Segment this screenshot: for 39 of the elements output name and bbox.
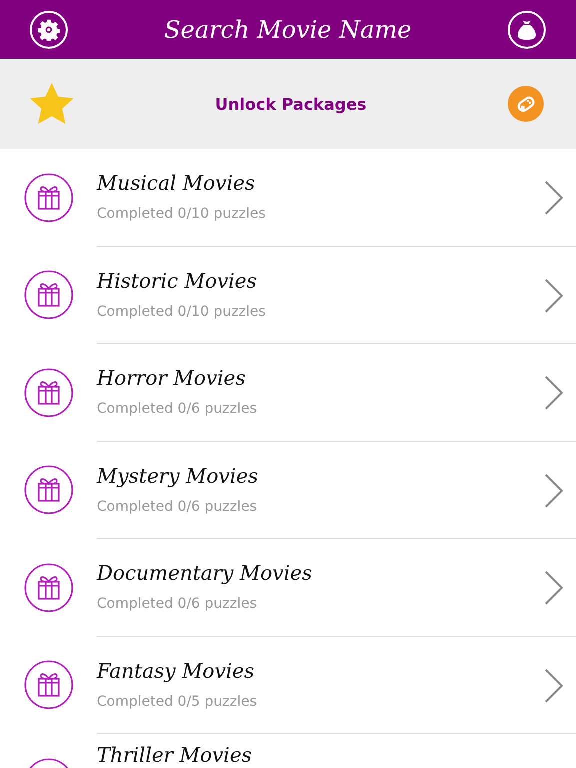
progress-text: Completed 0/6 puzzles (97, 401, 258, 418)
screen-title: Search Movie Name (164, 16, 412, 44)
gift-icon (24, 368, 74, 418)
gift-icon (24, 270, 74, 320)
package-row[interactable]: Musical Movies Completed 0/10 puzzles (0, 149, 576, 246)
chevron-icon (544, 181, 564, 215)
banner-title: Unlock Packages (215, 94, 367, 114)
package-title: Thriller Movies (97, 744, 254, 766)
progress-text: Completed 0/5 puzzles (97, 694, 258, 710)
package-row[interactable]: Mystery Movies Completed 0/6 puzzles (0, 442, 576, 539)
package-row[interactable]: Horror Movies Completed 0/6 puzzles (0, 344, 576, 442)
chevron-icon (544, 571, 564, 605)
progress-text: Completed 0/10 puzzles (97, 206, 267, 222)
progress-text: Completed 0/6 puzzles (97, 596, 258, 612)
package-row[interactable]: Documentary Movies Completed 0/6 puzzles (0, 539, 576, 636)
gift-icon (24, 172, 74, 223)
package-title: Horror Movies (97, 367, 247, 390)
chevron-icon (544, 278, 564, 312)
chevron-icon (544, 376, 564, 410)
settings-icon (38, 18, 60, 40)
package-row[interactable]: Historic Movies Completed 0/10 puzzles (0, 246, 576, 344)
package-title: Mystery Movies (97, 464, 260, 487)
package-title: Historic Movies (97, 270, 258, 292)
coins-button[interactable] (508, 10, 546, 48)
star-icon[interactable] (30, 83, 74, 125)
package-title: Musical Movies (97, 172, 256, 194)
progress-text: Completed 0/10 puzzles (97, 304, 267, 320)
progress-text: Completed 0/6 puzzles (97, 498, 258, 515)
chevron-icon (544, 668, 564, 702)
package-title: Fantasy Movies (97, 660, 256, 682)
gift-icon (24, 562, 74, 613)
gift-icon (24, 660, 74, 710)
package-row[interactable]: Fantasy Movies Completed 0/5 puzzles (0, 636, 576, 734)
settings-button[interactable] (30, 10, 68, 48)
money-bag-icon (517, 18, 537, 40)
gift-icon (24, 465, 74, 516)
chevron-icon (544, 474, 564, 508)
package-title: Documentary Movies (97, 562, 314, 584)
package-row[interactable]: Thriller Movies (0, 734, 576, 768)
